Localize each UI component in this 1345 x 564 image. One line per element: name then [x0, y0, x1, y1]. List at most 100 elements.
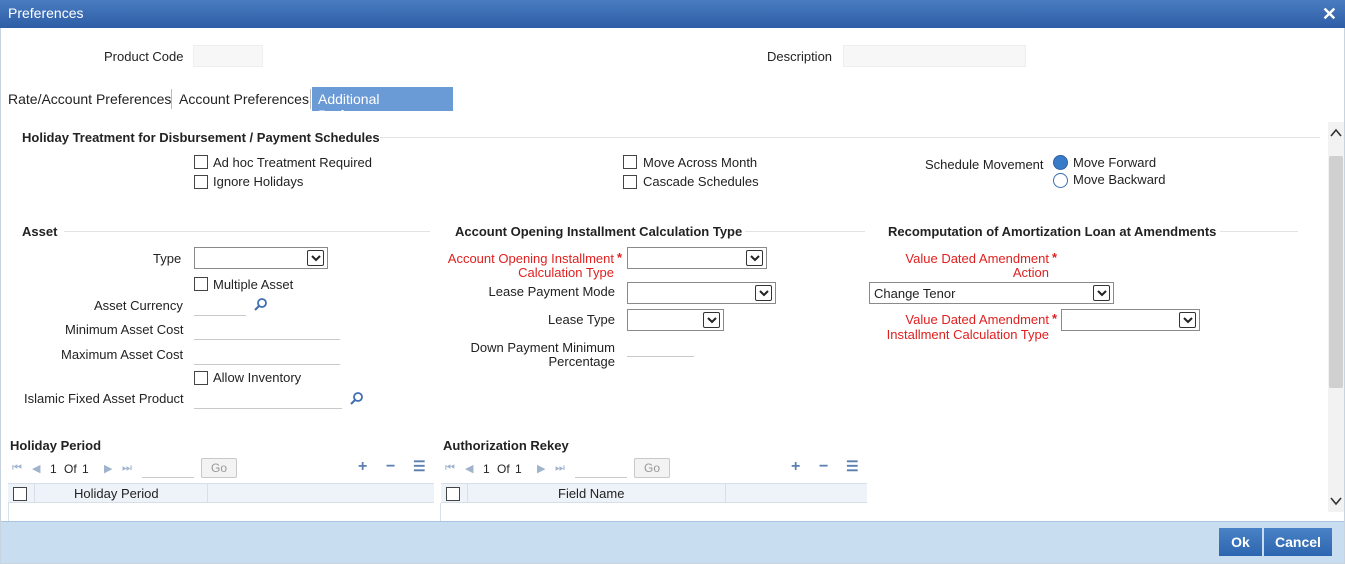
delete-row-icon[interactable]: − — [819, 458, 828, 476]
last-page-icon[interactable]: ⏭ — [122, 462, 132, 475]
page-current: 1 — [483, 462, 490, 476]
section-divider — [380, 137, 1320, 138]
down-payment-field[interactable] — [627, 335, 694, 357]
allow-inventory-label: Allow Inventory — [213, 370, 302, 385]
window-title: Preferences — [8, 5, 84, 21]
schedule-movement-label: Schedule Movement — [925, 157, 1044, 172]
tab-rate-account-preferences[interactable]: Rate/Account Preferences — [2, 87, 177, 111]
asset-title: Asset — [22, 224, 58, 239]
page-jump-field[interactable] — [575, 458, 627, 478]
column-divider — [725, 484, 726, 502]
islamic-fixed-asset-label: Islamic Fixed Asset Product — [24, 391, 184, 406]
calc-type-label-line1: Account Opening Installment — [447, 251, 614, 266]
auth-rekey-grid-toolbar: ⏮ ◀ 1 Of 1 ▶ ⏭ Go + − ☰ — [441, 458, 867, 480]
tab-divider — [171, 89, 172, 109]
islamic-fixed-asset-field[interactable] — [194, 387, 342, 409]
column-header-field-name[interactable]: Field Name — [558, 486, 624, 501]
first-page-icon[interactable]: ⏮ — [445, 462, 455, 475]
chevron-down-icon[interactable] — [1330, 494, 1342, 509]
add-row-icon[interactable]: + — [358, 458, 367, 476]
next-page-icon[interactable]: ▶ — [104, 462, 112, 475]
chevron-down-icon — [746, 250, 763, 266]
add-row-icon[interactable]: + — [791, 458, 800, 476]
section-divider — [1220, 231, 1298, 232]
description-field[interactable] — [843, 45, 1026, 67]
column-divider — [207, 484, 208, 502]
section-divider — [745, 231, 865, 232]
adhoc-treatment-checkbox[interactable] — [194, 155, 208, 169]
search-icon[interactable] — [350, 391, 364, 408]
lease-payment-mode-label: Lease Payment Mode — [488, 284, 615, 299]
select-all-checkbox[interactable] — [446, 487, 460, 501]
product-code-label: Product Code — [104, 49, 184, 64]
asset-currency-field[interactable] — [194, 294, 246, 316]
multiple-asset-checkbox[interactable] — [194, 277, 208, 291]
required-marker: * — [1052, 311, 1058, 326]
holiday-period-grid-toolbar: ⏮ ◀ 1 Of 1 ▶ ⏭ Go + − ☰ — [8, 458, 434, 480]
chevron-down-icon — [755, 285, 772, 301]
product-code-field[interactable] — [193, 45, 263, 67]
ignore-holidays-checkbox[interactable] — [194, 175, 208, 189]
ignore-holidays-label: Ignore Holidays — [213, 174, 304, 189]
section-divider — [64, 231, 430, 232]
list-view-icon[interactable]: ☰ — [413, 458, 426, 475]
lease-type-select[interactable] — [627, 309, 724, 331]
grid-border — [440, 503, 441, 521]
chevron-up-icon[interactable] — [1330, 126, 1342, 141]
max-asset-cost-field[interactable] — [194, 343, 340, 365]
next-page-icon[interactable]: ▶ — [537, 462, 545, 475]
tab-account-preferences[interactable]: Account Preferences — [173, 87, 315, 111]
vda-action-label-line2: Action — [1012, 265, 1049, 280]
delete-row-icon[interactable]: − — [386, 458, 395, 476]
vda-calc-select[interactable] — [1061, 309, 1200, 331]
holiday-period-grid-header: Holiday Period — [8, 483, 434, 503]
chevron-down-icon — [307, 250, 324, 266]
prev-page-icon[interactable]: ◀ — [32, 462, 40, 475]
asset-currency-label: Asset Currency — [94, 298, 183, 313]
scrollbar-thumb[interactable] — [1329, 156, 1343, 388]
chevron-down-icon — [1179, 312, 1196, 328]
column-header-holiday-period[interactable]: Holiday Period — [74, 486, 159, 501]
installment-calc-title: Account Opening Installment Calculation … — [455, 224, 743, 239]
last-page-icon[interactable]: ⏭ — [555, 462, 565, 475]
multiple-asset-label: Multiple Asset — [213, 277, 294, 292]
close-icon[interactable]: ✕ — [1322, 4, 1337, 25]
down-payment-label-line2: Percentage — [548, 354, 616, 369]
lease-payment-mode-select[interactable] — [627, 282, 776, 304]
go-button[interactable]: Go — [201, 458, 237, 478]
footer-bar: Ok Cancel — [1, 521, 1344, 563]
vda-action-select[interactable]: Change Tenor — [869, 282, 1114, 304]
move-across-month-checkbox[interactable] — [623, 155, 637, 169]
auth-rekey-grid-title: Authorization Rekey — [443, 438, 569, 453]
min-asset-cost-field[interactable] — [194, 318, 340, 340]
adhoc-treatment-label: Ad hoc Treatment Required — [213, 155, 372, 170]
move-backward-radio[interactable] — [1053, 173, 1068, 188]
vda-calc-label-line1: Value Dated Amendment — [905, 312, 1049, 327]
asset-type-select[interactable] — [194, 247, 328, 269]
prev-page-icon[interactable]: ◀ — [465, 462, 473, 475]
allow-inventory-checkbox[interactable] — [194, 371, 208, 385]
list-view-icon[interactable]: ☰ — [846, 458, 859, 475]
cascade-schedules-checkbox[interactable] — [623, 175, 637, 189]
vda-action-label-line1: Value Dated Amendment — [905, 251, 1049, 266]
select-all-checkbox[interactable] — [13, 487, 27, 501]
tab-additional-preference[interactable]: Additional Preference — [312, 87, 453, 123]
go-button[interactable]: Go — [634, 458, 670, 478]
chevron-down-icon — [1093, 285, 1110, 301]
max-asset-cost-label: Maximum Asset Cost — [61, 347, 184, 362]
page-total: 1 — [515, 462, 522, 476]
vertical-scrollbar[interactable] — [1328, 122, 1344, 512]
asset-type-label: Type — [153, 251, 182, 266]
min-asset-cost-label: Minimum Asset Cost — [65, 322, 184, 337]
move-across-month-label: Move Across Month — [643, 155, 758, 170]
vda-action-value: Change Tenor — [874, 286, 956, 301]
required-marker: * — [617, 250, 623, 265]
ok-button[interactable]: Ok — [1219, 528, 1262, 556]
calc-type-select[interactable] — [627, 247, 767, 269]
page-jump-field[interactable] — [142, 458, 194, 478]
search-icon[interactable] — [254, 297, 268, 314]
holiday-period-grid-title: Holiday Period — [10, 438, 102, 453]
move-forward-radio[interactable] — [1053, 155, 1068, 170]
cancel-button[interactable]: Cancel — [1264, 528, 1332, 556]
first-page-icon[interactable]: ⏮ — [12, 462, 22, 475]
